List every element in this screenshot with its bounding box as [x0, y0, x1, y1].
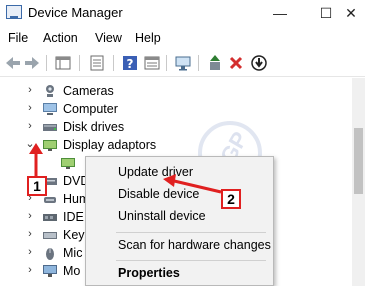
tree-item-label: Display adaptors [63, 138, 157, 152]
properties-grid-icon[interactable] [54, 54, 72, 72]
menu-help[interactable]: Help [135, 31, 161, 45]
device-manager-icon [6, 5, 22, 19]
keyboard-icon [43, 232, 57, 239]
computer-icon [43, 103, 57, 115]
scan-hardware-label: Scan for hardware changes [118, 238, 271, 252]
ide-controller-icon [43, 214, 57, 221]
menu-action[interactable]: Action [43, 31, 78, 45]
tree-item-label: Mic [63, 246, 83, 260]
tree-item-label: IDE [63, 210, 84, 224]
chevron-right-icon[interactable]: › [24, 84, 36, 96]
svg-text:?: ? [127, 57, 134, 71]
toolbar-separator [46, 55, 47, 71]
menu-bar: File Action View Help [0, 27, 365, 49]
tree-item-display-adaptors[interactable]: ⌄ Display adaptors [0, 136, 352, 154]
toolbar: ? [0, 49, 365, 77]
update-driver-down-icon[interactable] [250, 54, 268, 72]
uninstall-device-label: Uninstall device [118, 209, 206, 223]
camera-icon [46, 85, 54, 97]
properties-label: Properties [118, 266, 180, 280]
title-bar: Device Manager — ☐ ✕ [0, 0, 365, 27]
menu-item-properties[interactable]: Properties [86, 263, 273, 285]
monitor-scan-icon[interactable] [174, 54, 192, 72]
forward-arrow-icon[interactable] [23, 54, 41, 72]
document-icon[interactable] [88, 54, 106, 72]
uninstall-x-icon[interactable] [227, 54, 245, 72]
toolbar-separator [198, 55, 199, 71]
toolbar-separator [79, 55, 80, 71]
tree-item-label: Computer [63, 102, 118, 116]
context-menu: Update driver Disable device Uninstall d… [85, 156, 274, 286]
help-icon[interactable]: ? [121, 54, 139, 72]
back-arrow-icon[interactable] [4, 54, 22, 72]
tree-item-computer[interactable]: › Computer [0, 100, 352, 118]
tree-item-disk-drives[interactable]: › Disk drives [0, 118, 352, 136]
disable-device-label: Disable device [118, 187, 200, 201]
menu-file[interactable]: File [8, 31, 28, 45]
toolbar-separator [166, 55, 167, 71]
step-2-badge: 2 [221, 189, 241, 209]
chevron-right-icon[interactable]: › [24, 246, 36, 258]
step-1-badge: 1 [27, 176, 47, 196]
chevron-right-icon[interactable]: › [24, 120, 36, 132]
display-adapter-icon [43, 140, 57, 151]
chevron-right-icon[interactable]: › [24, 228, 36, 240]
scrollbar-thumb[interactable] [354, 128, 363, 194]
display-adapter-icon [61, 158, 75, 169]
menu-item-update-driver[interactable]: Update driver [86, 162, 273, 184]
menu-item-disable-device[interactable]: Disable device [86, 184, 273, 206]
menu-separator [116, 260, 266, 261]
window-title: Device Manager [28, 5, 123, 20]
vertical-scrollbar[interactable] [352, 78, 365, 286]
chevron-down-icon[interactable]: ⌄ [24, 138, 36, 150]
menu-separator [116, 232, 266, 233]
menu-item-uninstall-device[interactable]: Uninstall device [86, 206, 273, 228]
tree-item-label: Mo [63, 264, 81, 278]
minimize-button[interactable]: — [257, 0, 303, 27]
microphone-icon [46, 248, 54, 260]
tree-item-label: Key [63, 228, 85, 242]
tree-item-label: Disk drives [63, 120, 125, 134]
menu-view[interactable]: View [95, 31, 122, 45]
chevron-right-icon[interactable]: › [24, 210, 36, 222]
close-button[interactable]: ✕ [337, 0, 365, 27]
tree-item-label: Cameras [63, 84, 114, 98]
menu-item-scan-hardware[interactable]: Scan for hardware changes [86, 235, 273, 257]
properties-sheet-icon[interactable] [143, 54, 161, 72]
add-driver-icon[interactable] [206, 54, 224, 72]
disk-drive-icon [43, 124, 57, 131]
update-driver-label: Update driver [118, 165, 194, 179]
toolbar-separator [113, 55, 114, 71]
chevron-right-icon[interactable]: › [24, 264, 36, 276]
chevron-right-icon[interactable]: › [24, 102, 36, 114]
monitor-icon [43, 265, 57, 277]
tree-item-cameras[interactable]: › Cameras [0, 82, 352, 100]
